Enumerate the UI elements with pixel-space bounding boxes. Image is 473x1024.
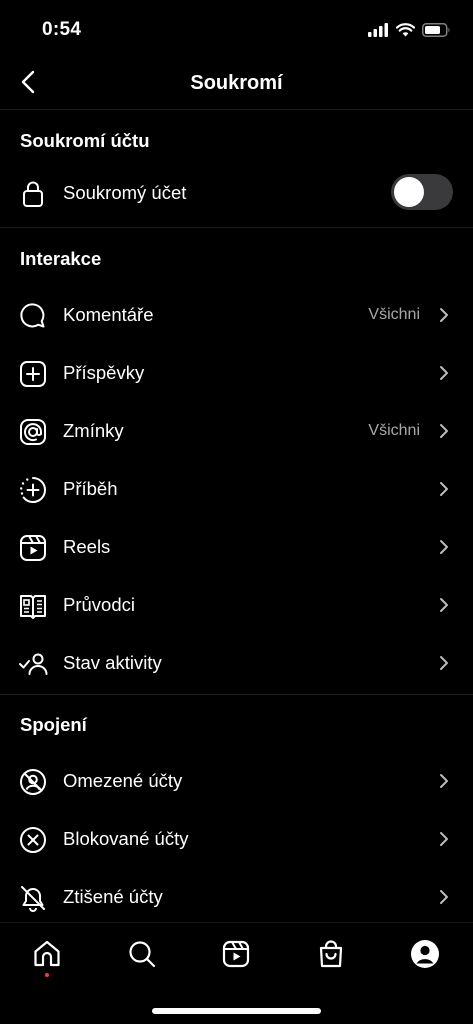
notification-dot [45,973,49,977]
row-value: Všichni [368,306,420,323]
signal-icon [368,23,388,37]
battery-icon [422,23,450,37]
status-bar: 0:54 [0,0,473,56]
section-header-account: Soukromí účtu [20,130,150,151]
home-indicator [152,1008,321,1014]
at-sign-icon [18,417,48,447]
divider [0,227,473,228]
status-time: 0:54 [42,19,82,40]
row-blocked-accounts[interactable]: Blokované účty [0,810,473,868]
reels-icon [18,533,48,563]
comment-icon [18,301,48,331]
chevron-right-icon [437,653,451,673]
status-icons [368,20,451,40]
private-account-row[interactable]: Soukromý účet [0,164,473,222]
row-story[interactable]: Příběh [0,460,473,518]
row-label: Průvodci [63,594,135,615]
chevron-right-icon [437,829,451,849]
guides-icon [18,591,48,621]
chevron-right-icon [437,595,451,615]
chevron-right-icon [437,771,451,791]
shop-icon [319,940,343,968]
chevron-right-icon [437,887,451,907]
search-icon [129,941,156,968]
chevron-right-icon [437,537,451,557]
row-comments[interactable]: Komentáře Všichni [0,286,473,344]
lock-icon [18,179,48,209]
muted-bell-icon [18,883,48,913]
row-reels[interactable]: Reels [0,518,473,576]
row-activity-status[interactable]: Stav aktivity [0,634,473,692]
chevron-right-icon [437,421,451,441]
tab-profile[interactable] [405,934,445,974]
wifi-icon [396,23,415,37]
row-label: Omezené účty [63,770,183,791]
section-header-connections: Spojení [20,714,87,735]
row-label: Příspěvky [63,362,145,383]
activity-status-icon [18,649,48,679]
story-plus-icon [18,475,48,505]
blocked-icon [18,825,48,855]
page-title: Soukromí [190,72,283,94]
navigation-bar: Soukromí [0,56,473,110]
restricted-icon [18,767,48,797]
private-account-toggle[interactable] [391,174,453,210]
row-posts[interactable]: Příspěvky [0,344,473,402]
row-label: Ztišené účty [63,886,163,907]
plus-square-icon [18,359,48,389]
chevron-right-icon [437,479,451,499]
row-label: Příběh [63,478,118,499]
profile-icon [411,940,439,968]
row-mentions[interactable]: Zmínky Všichni [0,402,473,460]
tab-search[interactable] [122,934,162,974]
row-label: Zmínky [63,420,124,441]
section-header-interactions: Interakce [20,248,102,269]
row-label: Stav aktivity [63,652,162,673]
tab-reels[interactable] [216,934,256,974]
row-label: Reels [63,536,111,557]
row-label: Blokované účty [63,828,189,849]
row-guides[interactable]: Průvodci [0,576,473,634]
divider [0,694,473,695]
tab-home[interactable] [27,934,67,974]
reels-icon [222,940,250,968]
row-label: Komentáře [63,304,154,325]
row-muted-accounts[interactable]: Ztišené účty [0,868,473,926]
row-restricted-accounts[interactable]: Omezené účty [0,752,473,810]
home-icon [34,940,60,967]
private-account-label: Soukromý účet [63,182,187,203]
toggle-knob [394,177,424,207]
chevron-right-icon [437,363,451,383]
chevron-right-icon [437,305,451,325]
tab-shop[interactable] [311,934,351,974]
row-value: Všichni [368,422,420,439]
